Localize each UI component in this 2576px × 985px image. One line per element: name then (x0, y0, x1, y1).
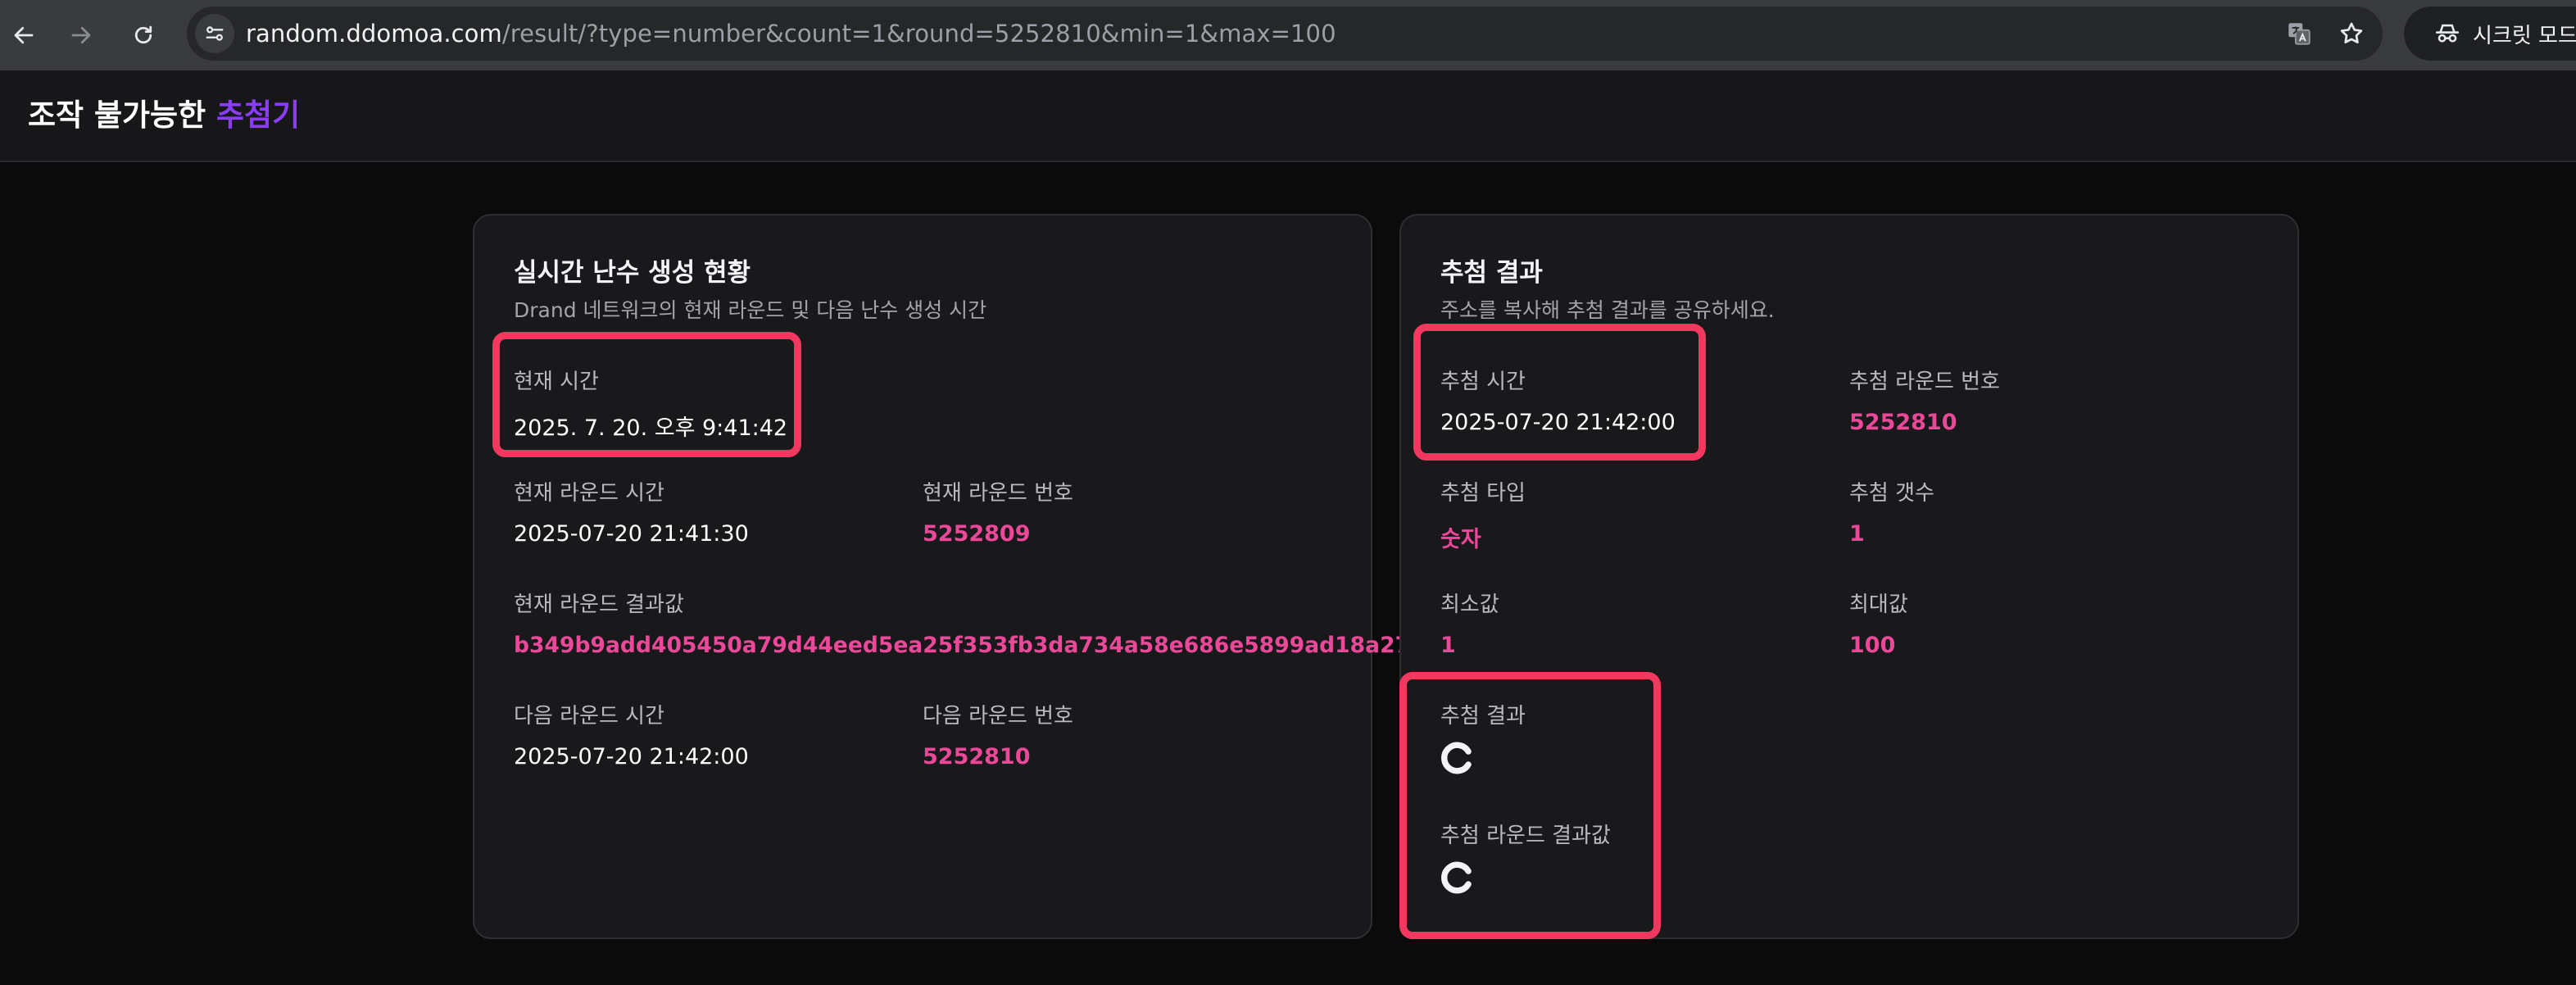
draw-round-field: 추첨 라운드 번호 5252810 (1849, 365, 2000, 435)
next-round-time-value: 2025-07-20 21:42:00 (514, 744, 749, 769)
translate-button[interactable] (2283, 17, 2315, 50)
brand-prefix: 조작 불가능한 (28, 98, 206, 133)
next-round-number-label: 다음 라운드 번호 (923, 704, 1073, 729)
forward-button[interactable] (57, 11, 105, 59)
current-round-time-field: 현재 라운드 시간 2025-07-20 21:41:30 (514, 476, 749, 547)
incognito-label: 시크릿 모드 (2473, 23, 2576, 48)
draw-count-label: 추첨 갯수 (1849, 481, 1934, 506)
draw-result-label: 추첨 결과 (1440, 704, 1526, 729)
back-arrow-icon (14, 26, 34, 44)
draw-round-result-label: 추첨 라운드 결과값 (1440, 824, 1611, 848)
max-label: 최대값 (1849, 592, 1908, 617)
max-value: 100 (1849, 633, 1896, 658)
card-title: 추첨 결과 (1440, 258, 1543, 288)
card-description: 주소를 복사해 추첨 결과를 공유하세요. (1440, 298, 1775, 322)
draw-time-label: 추첨 시간 (1440, 370, 1526, 394)
current-round-result-field: 현재 라운드 결과값 b349b9add405450a79d44eed5ea25… (514, 588, 1472, 658)
app-header: 조작 불가능한 추첨기 (0, 70, 2576, 162)
site-settings-button[interactable] (195, 14, 234, 53)
browser-toolbar: random.ddomoa.com/result/?type=number&co… (0, 0, 2576, 70)
site-settings-icon (206, 26, 224, 41)
incognito-badge[interactable]: 시크릿 모드 (2404, 7, 2576, 61)
current-round-number-value: 5252809 (923, 521, 1031, 547)
draw-count-field: 추첨 갯수 1 (1849, 476, 1934, 547)
max-value-field: 최대값 100 (1849, 588, 1908, 658)
current-round-result-value: b349b9add405450a79d44eed5ea25f353fb3da73… (514, 633, 1472, 658)
current-round-number-field: 현재 라운드 번호 5252809 (923, 476, 1073, 547)
min-label: 최소값 (1440, 592, 1499, 617)
loading-spinner-icon (1441, 861, 1472, 894)
incognito-icon (2435, 24, 2460, 43)
current-round-time-label: 현재 라운드 시간 (514, 481, 664, 506)
current-round-number-label: 현재 라운드 번호 (923, 481, 1073, 506)
app-title[interactable]: 조작 불가능한 추첨기 (28, 70, 300, 161)
next-round-number-value: 5252810 (923, 744, 1031, 769)
next-round-number-field: 다음 라운드 번호 5252810 (923, 699, 1073, 769)
draw-type-value: 숫자 (1440, 527, 1481, 552)
forward-arrow-icon (71, 26, 91, 44)
current-time-value: 2025. 7. 20. 오후 9:41:42 (514, 415, 788, 441)
min-value: 1 (1440, 633, 1456, 658)
draw-result-card: 추첨 결과 주소를 복사해 추첨 결과를 공유하세요. 추첨 시간 2025-0… (1399, 214, 2299, 939)
realtime-random-status-card: 실시간 난수 생성 현황 Drand 네트워크의 현재 라운드 및 다음 난수 … (473, 214, 1471, 939)
current-time-field: 현재 시간 2025. 7. 20. 오후 9:41:42 (514, 365, 787, 442)
draw-round-value: 5252810 (1849, 410, 1957, 435)
loading-spinner-icon (1441, 742, 1472, 774)
card-title: 실시간 난수 생성 현황 (514, 258, 751, 288)
draw-round-result-field: 추첨 라운드 결과값 (1440, 819, 1611, 898)
card-description: Drand 네트워크의 현재 라운드 및 다음 난수 생성 시간 (514, 298, 987, 322)
reload-icon (134, 25, 152, 44)
url-path: /result/?type=number&count=1&round=52528… (501, 20, 1336, 48)
reload-button[interactable] (120, 11, 167, 59)
current-time-label: 현재 시간 (514, 370, 599, 394)
address-bar[interactable]: random.ddomoa.com/result/?type=number&co… (187, 7, 2383, 61)
back-button[interactable] (0, 11, 48, 59)
draw-time-value: 2025-07-20 21:42:00 (1440, 410, 1676, 435)
next-round-time-label: 다음 라운드 시간 (514, 704, 664, 729)
bookmark-button[interactable] (2335, 17, 2368, 50)
draw-count-value: 1 (1849, 521, 1865, 547)
bookmark-star-icon (2340, 22, 2363, 43)
brand-accent: 추첨기 (216, 98, 301, 133)
draw-round-label: 추첨 라운드 번호 (1849, 370, 2000, 394)
current-round-result-label: 현재 라운드 결과값 (514, 592, 684, 617)
translate-icon (2288, 23, 2311, 45)
draw-type-label: 추첨 타입 (1440, 481, 1526, 506)
next-round-time-field: 다음 라운드 시간 2025-07-20 21:42:00 (514, 699, 749, 769)
url-host: random.ddomoa.com (246, 20, 502, 48)
draw-result-field: 추첨 결과 (1440, 699, 1526, 778)
draw-time-field: 추첨 시간 2025-07-20 21:42:00 (1440, 365, 1676, 435)
draw-type-field: 추첨 타입 숫자 (1440, 476, 1526, 553)
url-text[interactable]: random.ddomoa.com/result/?type=number&co… (246, 7, 1336, 61)
current-round-time-value: 2025-07-20 21:41:30 (514, 521, 749, 547)
min-value-field: 최소값 1 (1440, 588, 1499, 658)
